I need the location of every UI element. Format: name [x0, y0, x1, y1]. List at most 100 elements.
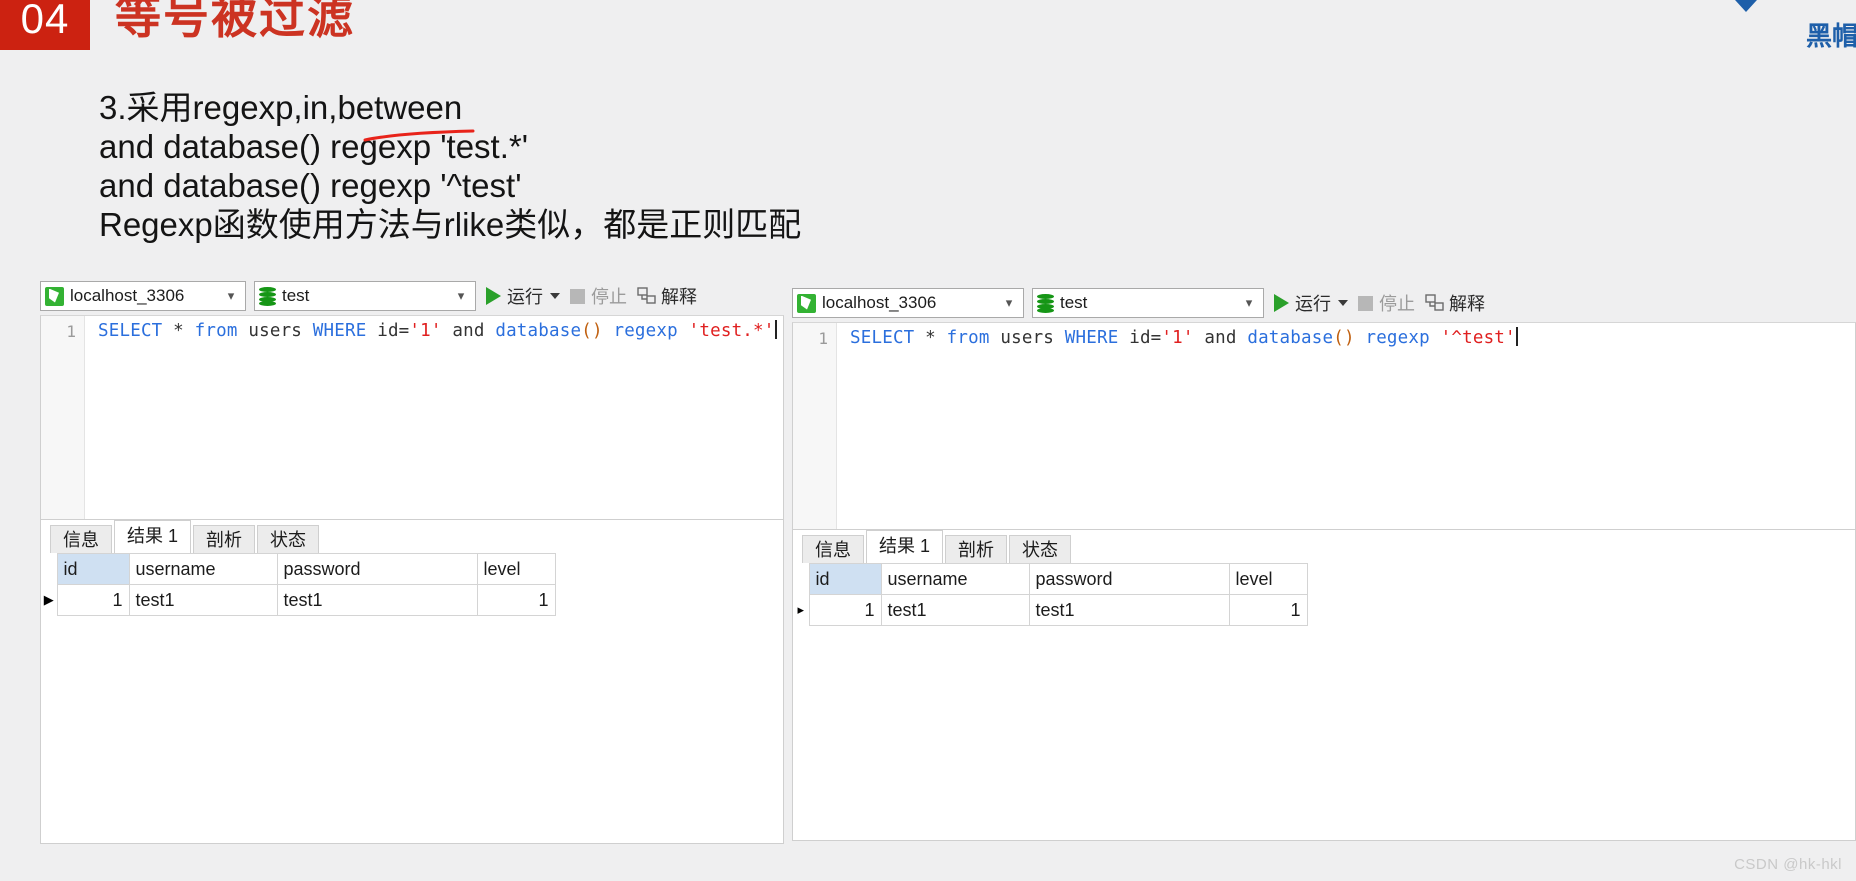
right-query-panel: localhost_3306 ▾ test ▾ 运行 停止 解释 1 SELEC…: [792, 284, 1856, 881]
chevron-down-icon[interactable]: [1338, 300, 1348, 306]
sql-token: SELECT: [98, 321, 163, 341]
right-result-tabs[interactable]: 信息 结果 1 剖析 状态: [792, 530, 1856, 563]
column-header[interactable]: username: [880, 563, 1030, 595]
result-tab[interactable]: 结果 1: [114, 520, 192, 553]
explain-button[interactable]: 解释: [637, 281, 697, 311]
sql-token: 'test.*': [688, 321, 775, 341]
line-number-gutter: 1: [41, 316, 85, 519]
column-header[interactable]: username: [128, 553, 278, 585]
sql-code-line: SELECT * from users WHERE id='1' and dat…: [850, 323, 1518, 354]
stop-label: 停止: [1379, 294, 1415, 314]
result-tab[interactable]: 剖析: [193, 525, 256, 553]
table-cell-password[interactable]: test1: [1028, 594, 1230, 626]
sql-token: '^test': [1440, 328, 1516, 348]
sql-token: WHERE: [1064, 328, 1119, 348]
column-header[interactable]: level: [476, 553, 556, 585]
row-marker-icon: ▸: [793, 594, 810, 626]
sql-token: SELECT: [850, 328, 915, 348]
table-cell-level[interactable]: 1: [1228, 594, 1308, 626]
sql-token: id=: [1118, 328, 1162, 348]
table-row[interactable]: ▸ 1 test1 test1 1: [793, 594, 1308, 626]
sql-token: and: [1193, 328, 1248, 348]
result-tab[interactable]: 剖析: [945, 535, 1008, 563]
column-header[interactable]: id: [808, 563, 882, 595]
table-row[interactable]: ▶ 1 test1 test1 1: [41, 584, 556, 616]
table-cell-id[interactable]: 1: [808, 594, 882, 626]
explain-button[interactable]: 解释: [1425, 288, 1485, 318]
sql-token: users: [237, 321, 313, 341]
left-sql-editor[interactable]: 1 SELECT * from users WHERE id='1' and d…: [40, 315, 784, 520]
result-table: id username password level ▸ 1 test1 test1 1: [793, 563, 1308, 626]
sql-token: regexp: [1365, 328, 1430, 348]
right-result-grid[interactable]: id username password level ▸ 1 test1 test1 1: [792, 563, 1856, 841]
sql-token: users: [989, 328, 1065, 348]
database-icon: [259, 286, 276, 306]
connection-value: localhost_3306: [822, 293, 937, 312]
column-header[interactable]: level: [1228, 563, 1308, 595]
column-header[interactable]: password: [1028, 563, 1230, 595]
result-tab[interactable]: 信息: [50, 525, 112, 553]
stop-label: 停止: [591, 287, 627, 307]
explain-icon: [1425, 294, 1445, 312]
result-tab[interactable]: 状态: [257, 525, 320, 553]
column-header[interactable]: id: [56, 553, 130, 585]
database-select[interactable]: test ▾: [1032, 288, 1264, 318]
result-tab[interactable]: 信息: [802, 535, 864, 563]
text-cursor: [1515, 327, 1518, 346]
database-select[interactable]: test ▾: [254, 281, 476, 311]
run-button[interactable]: 运行: [1274, 288, 1348, 318]
sql-token: and: [441, 321, 496, 341]
result-tab[interactable]: 结果 1: [866, 530, 944, 563]
chapter-number-badge: 04: [0, 0, 90, 50]
slide-header: 04 等号被过滤 黑帽: [0, 0, 1856, 60]
table-cell-id[interactable]: 1: [56, 584, 130, 616]
body-line: and database() regexp 'test.*': [99, 128, 529, 165]
table-header-row: id username password level: [793, 563, 1308, 595]
stop-button[interactable]: 停止: [1358, 288, 1415, 318]
connection-value: localhost_3306: [70, 286, 185, 305]
result-table: id username password level ▶ 1 test1 test1 1: [41, 553, 556, 616]
connection-select[interactable]: localhost_3306 ▾: [40, 281, 246, 311]
table-cell-level[interactable]: 1: [476, 584, 556, 616]
database-value: test: [282, 286, 310, 305]
connection-select[interactable]: localhost_3306 ▾: [792, 288, 1024, 318]
table-cell-password[interactable]: test1: [276, 584, 478, 616]
run-button[interactable]: 运行: [486, 281, 560, 311]
run-label: 运行: [1295, 294, 1331, 314]
database-value: test: [1060, 293, 1088, 312]
database-icon: [1037, 293, 1054, 313]
row-marker-icon: ▶: [41, 584, 58, 616]
explain-icon: [637, 287, 657, 305]
sql-token: id=: [366, 321, 410, 341]
sql-token: WHERE: [312, 321, 367, 341]
table-cell-username[interactable]: test1: [128, 584, 278, 616]
body-line: and database() regexp '^test': [99, 167, 522, 204]
brand-label: 黑帽: [1805, 21, 1856, 51]
sql-token: *: [925, 328, 936, 348]
stop-button[interactable]: 停止: [570, 281, 627, 311]
left-result-tabs[interactable]: 信息 结果 1 剖析 状态: [40, 520, 784, 553]
left-query-panel: localhost_3306 ▾ test ▾ 运行 停止 解释 1 SELEC…: [40, 277, 784, 881]
explain-label: 解释: [661, 287, 697, 307]
body-line: Regexp函数使用方法与rlike类似，都是正则匹配: [99, 206, 802, 243]
play-icon: [1274, 294, 1289, 312]
left-toolbar: localhost_3306 ▾ test ▾ 运行 停止 解释: [40, 277, 784, 315]
chevron-down-icon[interactable]: [550, 293, 560, 299]
sql-token: (): [1333, 328, 1355, 348]
result-tab[interactable]: 状态: [1009, 535, 1072, 563]
right-sql-editor[interactable]: 1 SELECT * from users WHERE id='1' and d…: [792, 322, 1856, 530]
sql-code-line: SELECT * from users WHERE id='1' and dat…: [98, 316, 777, 347]
column-header[interactable]: password: [276, 553, 478, 585]
sql-token: from: [946, 328, 990, 348]
left-result-grid[interactable]: id username password level ▶ 1 test1 test1 1: [40, 553, 784, 844]
explain-label: 解释: [1449, 294, 1485, 314]
table-cell-username[interactable]: test1: [880, 594, 1030, 626]
chevron-down-icon: [1704, 0, 1788, 12]
sql-token: '1': [1161, 328, 1194, 348]
